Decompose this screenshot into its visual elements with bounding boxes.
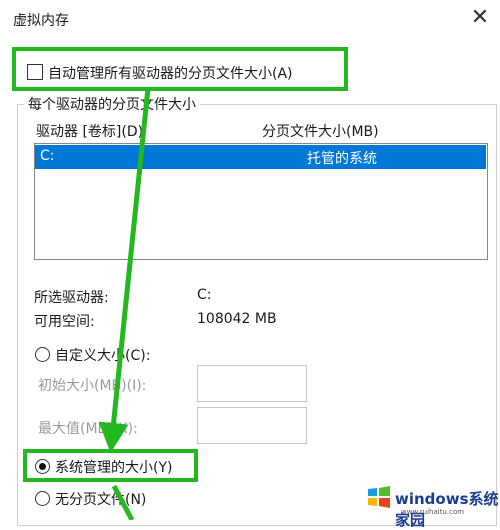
- watermark-url: www.ruihaitu.com: [401, 508, 465, 516]
- annotation-arrows: [98, 87, 151, 520]
- arrow-down-icon: [98, 87, 151, 453]
- arrow-tail-icon: [111, 484, 135, 520]
- windows-logo-icon: [368, 486, 390, 508]
